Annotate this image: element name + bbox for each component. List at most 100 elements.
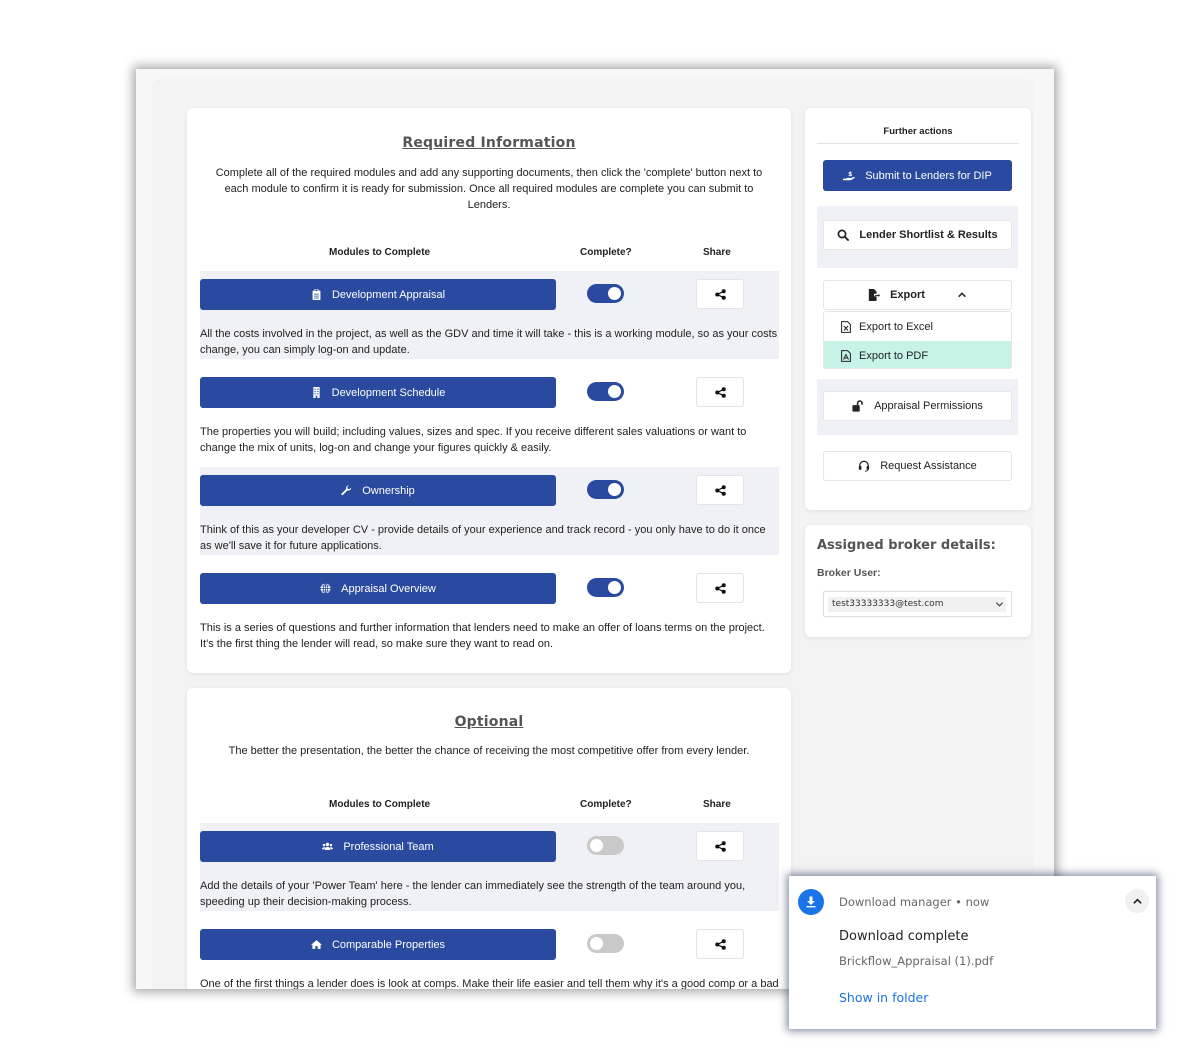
downloaded-filename: Brickflow_Appraisal (1).pdf <box>839 954 994 968</box>
permissions-label: Appraisal Permissions <box>874 400 983 412</box>
professional-team-button[interactable]: Professional Team <box>200 831 556 862</box>
menu-item-label: Export to Excel <box>859 320 933 333</box>
assistance-label: Request Assistance <box>880 460 977 472</box>
share-icon <box>714 484 726 496</box>
share-button[interactable] <box>696 279 744 309</box>
module-label: Professional Team <box>343 840 434 853</box>
headset-icon <box>859 460 870 472</box>
chevron-up-icon <box>958 292 966 298</box>
module-row: Appraisal Overview This is a series of q… <box>200 565 779 653</box>
divider <box>817 143 1019 144</box>
complete-toggle[interactable] <box>587 480 624 499</box>
module-description: Think of this as your developer CV - pro… <box>200 524 766 552</box>
share-icon <box>714 288 726 300</box>
module-description: The properties you will build; including… <box>200 426 747 454</box>
share-button[interactable] <box>696 929 744 959</box>
module-row: Development Schedule The properties you … <box>200 369 779 457</box>
globe-icon <box>320 583 331 594</box>
app-window: Required Information Complete all of the… <box>136 69 1054 989</box>
module-label: Comparable Properties <box>331 938 446 951</box>
module-description: One of the first things a lender does is… <box>200 978 779 989</box>
request-assistance-button[interactable]: Request Assistance <box>823 451 1012 481</box>
header-modules: Modules to Complete <box>329 799 431 810</box>
broker-user-select[interactable]: test33333333@test.com <box>823 591 1012 617</box>
file-export-icon <box>868 289 881 301</box>
appraisal-permissions-button[interactable]: Appraisal Permissions <box>823 391 1012 421</box>
submit-to-lenders-button[interactable]: $ Submit to Lenders for DIP <box>823 160 1012 191</box>
share-button[interactable] <box>696 573 744 603</box>
ownership-button[interactable]: Ownership <box>200 475 556 506</box>
collapse-notification-button[interactable] <box>1125 889 1149 913</box>
section-title: Required Information <box>402 135 576 151</box>
complete-toggle[interactable] <box>587 382 624 401</box>
development-schedule-button[interactable]: Development Schedule <box>200 377 556 408</box>
complete-toggle[interactable] <box>587 836 624 855</box>
column-headers: Modules to Complete Complete? Share <box>187 799 791 813</box>
broker-user-value: test33333333@test.com <box>828 597 1006 612</box>
show-in-folder-link[interactable]: Show in folder <box>839 990 928 1005</box>
submit-label: Submit to Lenders for DIP <box>865 169 992 182</box>
chevron-up-icon <box>1132 897 1142 904</box>
section-description: Complete all of the required modules and… <box>215 167 763 211</box>
download-notification: Download manager • now Download complete… <box>789 876 1156 1029</box>
menu-item-label: Export to PDF <box>859 349 929 362</box>
export-dropdown-button[interactable]: Export <box>823 280 1012 310</box>
chevron-down-icon <box>995 602 1004 607</box>
svg-text:$: $ <box>848 171 852 178</box>
broker-user-label: Broker User: <box>817 567 881 579</box>
header-modules: Modules to Complete <box>329 247 431 258</box>
lender-shortlist-button[interactable]: Lender Shortlist & Results <box>823 220 1012 250</box>
download-icon <box>798 889 824 915</box>
section-description: The better the presentation, the better … <box>228 745 750 757</box>
building-icon <box>312 387 320 398</box>
broker-details-card: Assigned broker details: Broker User: te… <box>805 525 1031 637</box>
file-excel-icon <box>841 320 851 333</box>
section-title: Optional <box>454 714 524 730</box>
module-label: Development Appraisal <box>331 288 446 301</box>
export-to-pdf-item[interactable]: Export to PDF <box>824 341 1011 368</box>
file-pdf-icon <box>841 349 851 362</box>
complete-toggle[interactable] <box>587 934 624 953</box>
clipboard-icon <box>312 289 321 300</box>
export-to-excel-item[interactable]: Export to Excel <box>824 312 1011 341</box>
module-label: Ownership <box>362 484 415 497</box>
notification-source: Download manager • now <box>839 895 990 909</box>
complete-toggle[interactable] <box>587 284 624 303</box>
module-row: Development Appraisal All the costs invo… <box>200 271 779 359</box>
export-menu: Export to Excel Export to PDF <box>823 311 1012 369</box>
complete-toggle[interactable] <box>587 578 624 597</box>
share-icon <box>714 386 726 398</box>
required-information-card: Required Information Complete all of the… <box>187 108 791 673</box>
hand-holding-dollar-icon: $ <box>843 171 856 180</box>
export-label: Export <box>890 289 925 301</box>
unlock-icon <box>852 400 863 412</box>
share-button[interactable] <box>696 475 744 505</box>
share-icon <box>714 582 726 594</box>
module-description: Add the details of your 'Power Team' her… <box>200 880 746 908</box>
module-label: Development Schedule <box>331 386 446 399</box>
users-icon <box>322 842 334 850</box>
optional-card: Optional The better the presentation, th… <box>187 688 791 989</box>
comparable-properties-button[interactable]: Comparable Properties <box>200 929 556 960</box>
module-row: Comparable Properties One of the first t… <box>200 921 779 989</box>
header-complete: Complete? <box>580 799 632 810</box>
module-description: This is a series of questions and furthe… <box>200 622 765 650</box>
module-row: Ownership Think of this as your develope… <box>200 467 779 555</box>
wrench-icon <box>341 485 352 496</box>
share-icon <box>714 938 726 950</box>
module-label: Appraisal Overview <box>341 582 436 595</box>
header-share: Share <box>703 247 731 258</box>
page-background: Required Information Complete all of the… <box>152 79 1034 989</box>
search-icon <box>837 229 850 241</box>
further-actions-card: Further actions $ Submit to Lenders for … <box>805 108 1031 510</box>
module-description: All the costs involved in the project, a… <box>200 328 778 356</box>
share-button[interactable] <box>696 831 744 861</box>
appraisal-overview-button[interactable]: Appraisal Overview <box>200 573 556 604</box>
share-button[interactable] <box>696 377 744 407</box>
header-complete: Complete? <box>580 247 632 258</box>
share-icon <box>714 840 726 852</box>
development-appraisal-button[interactable]: Development Appraisal <box>200 279 556 310</box>
module-row: Professional Team Add the details of you… <box>200 823 779 911</box>
broker-title: Assigned broker details: <box>817 538 996 553</box>
column-headers: Modules to Complete Complete? Share <box>187 247 791 261</box>
